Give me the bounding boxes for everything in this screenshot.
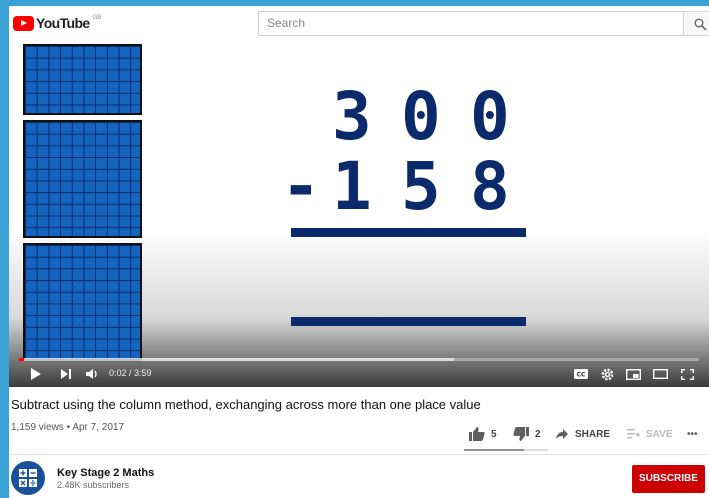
video-title: Subtract using the column method, exchan… xyxy=(11,397,481,412)
thumbs-up-icon xyxy=(469,427,485,441)
math-operators-icon xyxy=(19,469,37,487)
captions-icon: CC xyxy=(574,369,588,379)
miniplayer-icon xyxy=(625,368,641,380)
dislike-button[interactable]: 2 xyxy=(513,424,541,444)
dislike-count: 2 xyxy=(535,428,541,440)
channel-name[interactable]: Key Stage 2 Maths xyxy=(57,467,154,479)
top-digit-tens: 0 xyxy=(401,78,441,155)
search-input[interactable]: Search xyxy=(258,11,683,36)
sentiment-bar-likes xyxy=(464,449,524,451)
next-button[interactable] xyxy=(57,365,75,383)
masthead: YouTube GB Search xyxy=(9,6,709,42)
country-code: GB xyxy=(92,15,102,21)
youtube-page: YouTube GB Search 3 0 0 - 1 5 8 0:02 / 3… xyxy=(9,6,709,498)
played-bar xyxy=(19,358,25,361)
svg-text:CC: CC xyxy=(577,372,586,379)
divider xyxy=(9,454,709,455)
fullscreen-icon xyxy=(680,368,694,380)
bottom-digit-tens: 5 xyxy=(401,148,441,225)
fullscreen-button[interactable] xyxy=(677,365,697,383)
share-icon xyxy=(556,429,568,439)
gear-icon xyxy=(601,368,613,380)
miniplayer-button[interactable] xyxy=(623,365,643,383)
volume-icon xyxy=(86,369,97,379)
top-digit-hundreds: 3 xyxy=(332,78,372,155)
thumbs-down-icon xyxy=(513,427,529,441)
captions-button[interactable]: CC xyxy=(572,365,590,383)
top-digit-ones: 0 xyxy=(470,78,510,155)
theater-icon xyxy=(652,369,668,379)
youtube-play-icon xyxy=(13,15,34,31)
save-label: SAVE xyxy=(646,428,673,440)
share-button[interactable]: SHARE xyxy=(555,424,610,444)
play-button[interactable] xyxy=(27,365,45,383)
bottom-digit-ones: 8 xyxy=(470,148,510,225)
save-button[interactable]: SAVE xyxy=(627,424,673,444)
theater-mode-button[interactable] xyxy=(650,365,670,383)
hundred-block xyxy=(23,44,142,115)
playlist-add-icon xyxy=(627,429,640,439)
channel-avatar[interactable] xyxy=(11,461,45,495)
view-count-date: 1,159 views • Apr 7, 2017 xyxy=(11,422,125,433)
answer-line-top xyxy=(291,228,526,237)
answer-line-bottom xyxy=(291,317,526,326)
minus-sign: - xyxy=(281,148,321,225)
like-button[interactable]: 5 xyxy=(469,424,497,444)
subscriber-count: 2.48K subscribers xyxy=(57,480,130,490)
volume-button[interactable] xyxy=(83,365,101,383)
search-icon xyxy=(694,18,707,31)
hundred-block xyxy=(23,120,142,238)
search-button[interactable] xyxy=(683,11,709,36)
like-count: 5 xyxy=(491,428,497,440)
youtube-logo[interactable]: YouTube GB xyxy=(13,15,101,31)
settings-button[interactable] xyxy=(598,365,616,383)
more-icon: ••• xyxy=(687,428,698,440)
play-icon xyxy=(31,368,41,380)
logo-text: YouTube xyxy=(36,15,90,31)
buffered-bar xyxy=(19,358,455,361)
more-actions-button[interactable]: ••• xyxy=(687,424,698,444)
share-label: SHARE xyxy=(575,428,611,440)
hundred-block xyxy=(23,243,142,361)
video-player[interactable]: 3 0 0 - 1 5 8 xyxy=(9,42,709,387)
time-display: 0:02 / 3:59 xyxy=(109,368,152,378)
bottom-digit-hundreds: 1 xyxy=(332,148,372,225)
subscribe-button[interactable]: SUBSCRIBE xyxy=(632,465,705,493)
next-icon xyxy=(61,369,71,379)
